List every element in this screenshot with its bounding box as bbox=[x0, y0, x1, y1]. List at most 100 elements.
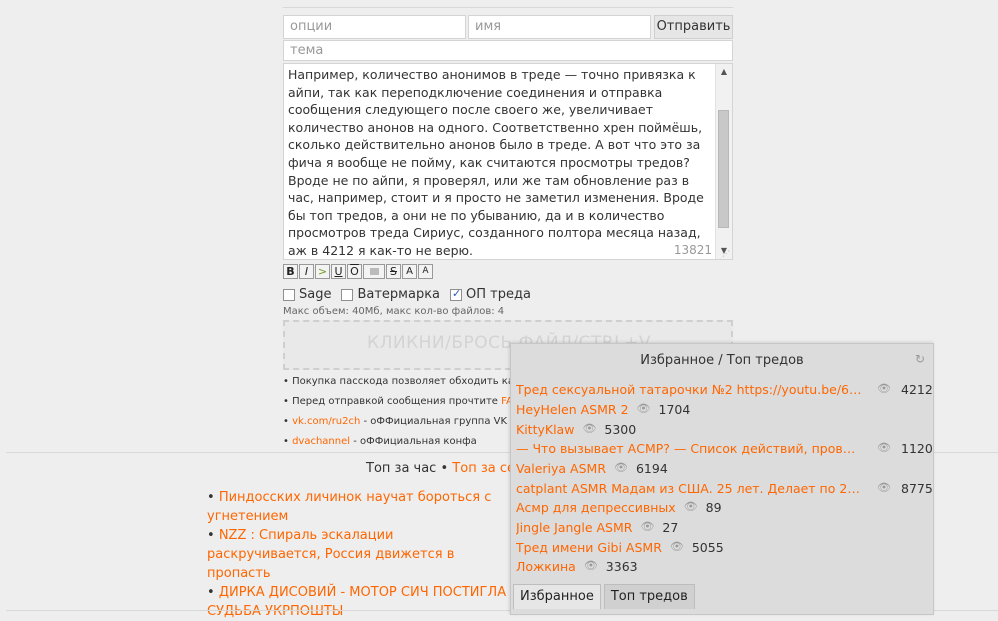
eye-icon: 👁 bbox=[640, 520, 655, 533]
thread-link[interactable]: KittyKlaw bbox=[516, 422, 574, 437]
top-thread-item[interactable]: • Пиндосских личинок научат бороться с у… bbox=[207, 488, 507, 526]
italic-button[interactable]: I bbox=[299, 264, 314, 279]
eye-icon: 👁 bbox=[683, 500, 698, 513]
bullet: • bbox=[207, 585, 215, 600]
options-input[interactable]: опции bbox=[283, 15, 466, 39]
rule-conf: • dvachannel - оФФициальная конфа bbox=[283, 432, 532, 452]
overline-button[interactable]: O bbox=[347, 264, 362, 279]
thread-row[interactable]: HeyHelen ASMR 2 👁 1704 bbox=[516, 402, 932, 421]
view-count: 27 bbox=[662, 520, 679, 535]
eye-icon: 👁 bbox=[669, 540, 684, 553]
top-thread-item[interactable]: • ДИРКА ДИСОВИЙ - МОТОР СИЧ ПОСТИГЛА СУД… bbox=[207, 583, 507, 621]
rule-text: • Перед отправкой сообщения прочтите bbox=[283, 396, 502, 407]
eye-icon: 👁 bbox=[582, 422, 597, 435]
underline-button[interactable]: U bbox=[331, 264, 346, 279]
watermark-label: Ватермарка bbox=[357, 287, 441, 302]
thread-row[interactable]: Jingle Jangle ASMR 👁 27 bbox=[516, 520, 932, 539]
vk-link[interactable]: vk.com/ru2ch bbox=[292, 416, 360, 427]
markup-toolbar: B I > U O S A A bbox=[283, 264, 433, 280]
name-input[interactable]: имя bbox=[468, 15, 651, 39]
view-count: 5055 bbox=[691, 540, 724, 555]
view-count: 89 bbox=[705, 500, 722, 515]
thread-link[interactable]: catplant ASMR Мадам из США. 25 лет. Дела… bbox=[516, 481, 862, 496]
top-thread-link[interactable]: ДИРКА ДИСОВИЙ - МОТОР СИЧ ПОСТИГЛА СУДЬБ… bbox=[207, 585, 506, 619]
view-count: 5300 bbox=[604, 422, 637, 437]
thread-row[interactable]: Тред сексуальной татарочки №2 https://yo… bbox=[516, 382, 933, 401]
spoiler-button[interactable] bbox=[363, 264, 385, 279]
top-thread-link[interactable]: NZZ : Спираль эскалации раскручивается, … bbox=[207, 528, 454, 581]
thread-row[interactable]: Асмр для депрессивных 👁 89 bbox=[516, 500, 932, 519]
rule-faq: • Перед отправкой сообщения прочтите FAQ bbox=[283, 392, 532, 412]
sage-checkbox[interactable]: Sage bbox=[283, 287, 331, 302]
bold-button[interactable]: B bbox=[283, 264, 298, 279]
subject-input[interactable]: тема bbox=[283, 40, 733, 61]
scroll-up-icon[interactable]: ▲ bbox=[716, 64, 732, 80]
upload-limits: Макс объем: 40Мб, макс кол-во файлов: 4 bbox=[283, 306, 505, 317]
char-counter: 13821 bbox=[673, 243, 712, 257]
thread-link[interactable]: — Что вызывает АСМР? — Список действий, … bbox=[516, 441, 862, 456]
top-thread-link[interactable]: Пиндосских личинок научат бороться с угн… bbox=[207, 490, 491, 524]
view-count: 6194 bbox=[635, 461, 668, 476]
rule-text: - оФФициальная конфа bbox=[350, 436, 477, 447]
thread-link[interactable]: Тред имени Gibi ASMR bbox=[516, 540, 662, 555]
view-count: 1120 bbox=[901, 441, 933, 456]
top-divider bbox=[283, 7, 733, 8]
post-options: Sage Ватермарка ОП треда bbox=[283, 287, 531, 302]
send-button[interactable]: Отправить bbox=[654, 15, 733, 39]
op-box[interactable] bbox=[450, 287, 463, 301]
watermark-checkbox[interactable]: Ватермарка bbox=[341, 287, 440, 302]
watermark-box[interactable] bbox=[341, 288, 354, 301]
message-text[interactable]: Например, количество анонимов в треде — … bbox=[288, 66, 708, 259]
rule-passcode: • Покупка пасскода позволяет обходить ка… bbox=[283, 372, 532, 392]
nav-bullet: • bbox=[440, 461, 449, 476]
thread-row[interactable]: — Что вызывает АСМР? — Список действий, … bbox=[516, 441, 933, 460]
rule-text: • bbox=[283, 416, 293, 427]
eye-icon: 👁 bbox=[877, 441, 891, 454]
thread-link[interactable]: Тред сексуальной татарочки №2 https://yo… bbox=[516, 382, 862, 397]
spoiler-icon bbox=[369, 268, 379, 275]
eye-icon: 👁 bbox=[877, 481, 891, 494]
view-count: 4212 bbox=[901, 382, 933, 397]
thread-link[interactable]: Jingle Jangle ASMR bbox=[516, 520, 632, 535]
message-textarea[interactable]: Например, количество анонимов в треде — … bbox=[283, 63, 733, 260]
view-count: 8775 bbox=[901, 481, 933, 496]
op-checkbox[interactable]: ОП треда bbox=[450, 287, 531, 302]
tab-top-threads[interactable]: Топ тредов bbox=[603, 584, 695, 609]
eye-icon: 👁 bbox=[877, 382, 891, 395]
rule-text: • Покупка пасскода позволяет обходить ка… bbox=[283, 376, 533, 387]
resize-grip-icon[interactable]: ⋰ bbox=[722, 249, 730, 258]
thread-link[interactable]: Ложкина bbox=[516, 559, 576, 574]
view-count: 3363 bbox=[605, 559, 638, 574]
strike-button[interactable]: S bbox=[386, 264, 401, 279]
eye-icon: 👁 bbox=[583, 559, 598, 572]
top-hour-label: Топ за час bbox=[366, 461, 437, 476]
favorites-panel: Избранное / Топ тредов ↻ Тред сексуально… bbox=[510, 343, 934, 615]
op-label: ОП треда bbox=[466, 287, 531, 302]
quote-button[interactable]: > bbox=[315, 264, 330, 279]
refresh-icon[interactable]: ↻ bbox=[915, 352, 925, 366]
superscript-button[interactable]: A bbox=[402, 264, 417, 279]
thread-link[interactable]: Valeriya ASMR bbox=[516, 461, 606, 476]
rule-text: • bbox=[283, 436, 293, 447]
view-count: 1704 bbox=[658, 402, 691, 417]
panel-title: Избранное / Топ тредов bbox=[640, 353, 804, 368]
conf-link[interactable]: dvachannel bbox=[292, 436, 350, 447]
subscript-button[interactable]: A bbox=[418, 264, 433, 279]
thread-row[interactable]: catplant ASMR Мадам из США. 25 лет. Дела… bbox=[516, 481, 933, 500]
thread-row[interactable]: Valeriya ASMR 👁 6194 bbox=[516, 461, 932, 480]
thread-row[interactable]: Ложкина 👁 3363 bbox=[516, 559, 932, 578]
thread-link[interactable]: HeyHelen ASMR 2 bbox=[516, 402, 629, 417]
thread-row[interactable]: KittyKlaw 👁 5300 bbox=[516, 422, 932, 441]
sage-box[interactable] bbox=[283, 288, 295, 301]
eye-icon: 👁 bbox=[614, 461, 628, 474]
top-threads-list: • Пиндосских личинок научат бороться с у… bbox=[207, 488, 507, 621]
tab-favorites[interactable]: Избранное bbox=[513, 584, 601, 609]
scroll-thumb[interactable] bbox=[718, 110, 729, 228]
top-thread-item[interactable]: • NZZ : Спираль эскалации раскручивается… bbox=[207, 526, 507, 583]
eye-icon: 👁 bbox=[636, 402, 651, 415]
message-scrollbar[interactable]: ▲ ▼ bbox=[715, 64, 732, 259]
thread-row[interactable]: Тред имени Gibi ASMR 👁 5055 bbox=[516, 540, 932, 559]
sage-label: Sage bbox=[299, 287, 332, 302]
thread-link[interactable]: Асмр для депрессивных bbox=[516, 500, 676, 515]
panel-tabs: Избранное Топ тредов bbox=[513, 584, 695, 609]
